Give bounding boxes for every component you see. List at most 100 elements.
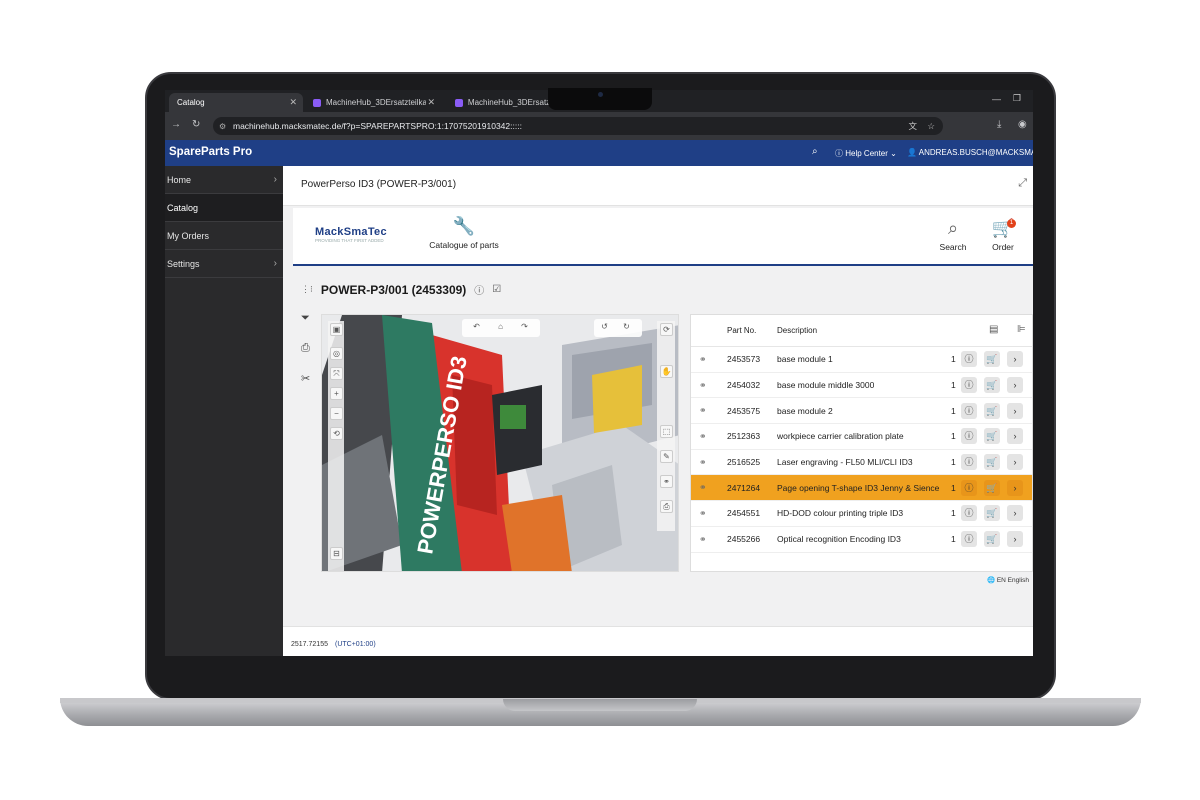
info-icon[interactable]: ⓘ [961,377,977,394]
cart-icon[interactable]: 🛒 [984,351,1000,368]
redo-icon[interactable]: ↷ [518,321,531,334]
help-center-menu[interactable]: ⓘ Help Center ⌄ [835,148,897,159]
download-icon[interactable]: ⤓ [997,119,1001,130]
sidebar-item-my-orders[interactable]: My Orders [165,222,283,250]
info-icon[interactable]: ⓘ [961,531,977,548]
chevron-right-icon[interactable]: › [1007,479,1023,496]
video-favicon-icon [455,98,463,107]
tools-icon[interactable]: ✂ [301,372,317,402]
hand-icon[interactable]: ✋ [660,365,673,378]
table-row[interactable]: ⚭ 2453575 base module 2 1 ⓘ 🛒 › [691,398,1032,425]
cart-icon[interactable]: 🛒 [984,479,1000,496]
link-icon[interactable]: ⚭ [699,380,707,391]
chevron-right-icon[interactable]: › [1007,428,1023,445]
panel-toggle-icon[interactable]: ⊫ [1017,324,1026,335]
link-icon[interactable]: ⚭ [699,431,707,442]
cart-icon[interactable]: 🛒 [984,531,1000,548]
tree-icon[interactable]: ⋮⁝ [301,284,313,295]
info-icon[interactable]: ⓘ [474,282,484,297]
table-row[interactable]: ⚭ 2455266 Optical recognition Encoding ID3… [691,527,1032,553]
filter-icon[interactable]: ⏷ [301,312,317,342]
fit-icon[interactable]: ⤧ [330,367,343,380]
link-icon[interactable]: ⚭ [699,534,707,545]
rotate-left-icon[interactable]: ↺ [598,321,611,334]
close-icon[interactable]: ✕ [427,97,435,108]
zoom-out-icon[interactable]: − [330,407,343,420]
info-icon[interactable]: ⓘ [961,428,977,445]
table-row[interactable]: ⚭ 2453573 base module 1 1 ⓘ 🛒 › [691,347,1032,373]
search-button[interactable]: ⌕ Search [935,218,971,252]
forward-icon[interactable]: → [171,119,181,130]
chevron-right-icon[interactable]: › [1007,454,1023,471]
cart-icon[interactable]: 🛒 [984,505,1000,522]
table-row[interactable]: ⚭ 2454551 HD-DOD colour printing triple ID… [691,501,1032,527]
link-icon[interactable]: ⚭ [699,482,707,493]
layers-icon[interactable]: ▣ [330,323,343,336]
reset-icon[interactable]: ⊟ [330,547,343,560]
chevron-right-icon[interactable]: › [1007,351,1023,368]
order-button[interactable]: 🛒 1 Order [983,218,1023,252]
link-icon[interactable]: ⚭ [699,457,707,468]
sidebar-item-home[interactable]: Home › [165,166,283,194]
close-icon[interactable]: ✕ [289,97,297,108]
export-icon[interactable]: ▤ [989,324,998,335]
select-icon[interactable]: ⬚ [660,425,673,438]
info-icon[interactable]: ⓘ [961,351,977,368]
maximize-icon[interactable]: ❐ [1013,93,1021,104]
undo-icon[interactable]: ↶ [470,321,483,334]
browser-tab-catalog[interactable]: Catalog ✕ [169,93,303,112]
table-row[interactable]: ⚭ 2516525 Laser engraving - FL50 MLI/CLI I… [691,450,1032,476]
sidebar-item-settings[interactable]: Settings › [165,250,283,278]
info-icon[interactable]: ⓘ [961,479,977,496]
print-icon[interactable]: ⎙ [301,342,317,372]
zoom-in-icon[interactable]: + [330,387,343,400]
link-icon[interactable]: ⚭ [660,475,673,488]
chevron-right-icon[interactable]: › [1007,402,1023,419]
browser-tab-machinehub-2[interactable]: MachineHub_3DErsatztei [447,93,551,112]
cart-icon[interactable]: 🛒 [984,377,1000,394]
company-logo[interactable]: MackSmaTec PROVIDING THAT FIRST ADDED [315,226,387,243]
language-selector[interactable]: 🌐 EN English [987,576,1029,584]
3d-viewer[interactable]: POWERPERSO ID3 ▣ ◎ ⤧ + − ⟲ ⊟ ↶ ⌂ ↷ ↺ ↻ ⟳ [321,314,679,572]
rotate-icon[interactable]: ⟲ [330,427,343,440]
user-menu[interactable]: 👤 ANDREAS.BUSCH@MACKSMATEC.DE [907,148,1033,157]
cart-icon[interactable]: 🛒 [984,402,1000,419]
sidebar-item-catalog[interactable]: Catalog [165,194,283,222]
cart-icon[interactable]: 🛒 [984,428,1000,445]
column-header-part-no[interactable]: Part No. [727,326,756,335]
table-row[interactable]: ⚭ 2512363 workpiece carrier calibration pl… [691,424,1032,450]
translate-icon[interactable]: 文 [908,120,917,132]
checklist-icon[interactable]: ☑ [492,284,501,295]
info-icon[interactable]: ⓘ [961,402,977,419]
laptop-mockup: Catalog ✕ MachineHub_3DErsatzteilkatal ✕… [0,0,1200,800]
table-row[interactable]: ⚭ 2454032 base module middle 3000 1 ⓘ 🛒 › [691,373,1032,399]
app-brand[interactable]: SpareParts Pro [169,146,252,158]
table-row[interactable]: ⚭ 2471264 Page opening T-shape ID3 Jenny &… [691,475,1032,502]
cart-icon[interactable]: 🛒 [984,454,1000,471]
chevron-right-icon[interactable]: › [1007,377,1023,394]
site-settings-icon[interactable]: ⚙ [219,122,226,131]
expand-icon[interactable]: ⤢ [1018,177,1027,190]
info-icon[interactable]: ⓘ [961,505,977,522]
address-bar[interactable]: ⚙ machinehub.macksmatec.de/f?p=SPAREPART… [213,117,943,135]
chevron-right-icon[interactable]: › [1007,505,1023,522]
sync-icon[interactable]: ⟳ [660,323,673,336]
column-header-description[interactable]: Description [777,326,817,335]
minimize-icon[interactable]: — [992,94,1001,104]
browser-tab-machinehub-1[interactable]: MachineHub_3DErsatzteilkatal ✕ [305,93,441,112]
reload-icon[interactable]: ↻ [192,119,200,130]
link-icon[interactable]: ⚭ [699,508,707,519]
home-icon[interactable]: ⌂ [494,321,507,334]
link-icon[interactable]: ⚭ [699,405,707,416]
profile-icon[interactable]: ◉ [1018,119,1027,130]
link-icon[interactable]: ⚭ [699,354,707,365]
star-icon[interactable]: ☆ [927,121,935,132]
rotate-right-icon[interactable]: ↻ [620,321,633,334]
camera-icon[interactable]: ◎ [330,347,343,360]
chevron-right-icon[interactable]: › [1007,531,1023,548]
print-icon[interactable]: ⎙ [660,500,673,513]
search-icon[interactable]: ⌕ [812,146,818,157]
info-icon[interactable]: ⓘ [961,454,977,471]
comment-icon[interactable]: ✎ [660,450,673,463]
catalogue-of-parts-button[interactable]: 🔧 Catalogue of parts [424,216,504,250]
